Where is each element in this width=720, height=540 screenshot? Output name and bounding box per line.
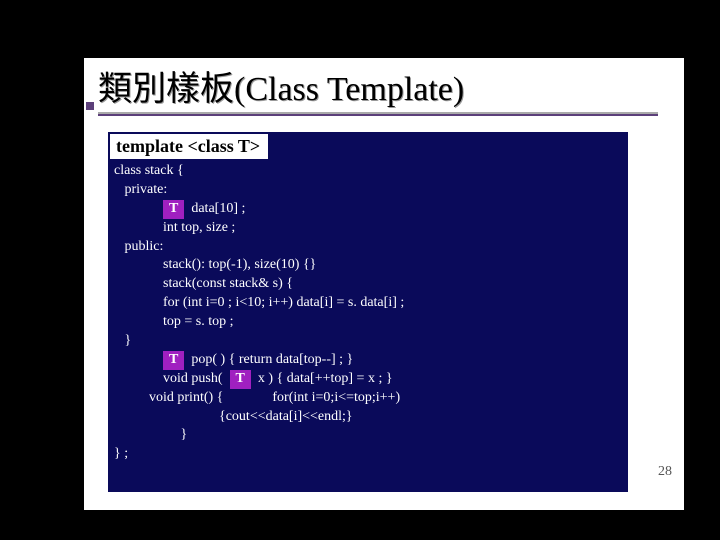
code-line: data[10] ; bbox=[184, 201, 245, 216]
code-line bbox=[114, 352, 163, 367]
type-param-highlight: T bbox=[230, 370, 251, 389]
type-param-highlight: T bbox=[163, 200, 184, 219]
code-line: private: bbox=[114, 182, 167, 197]
code-body: class stack { private: T data[10] ; int … bbox=[114, 162, 624, 464]
code-line: stack(const stack& s) { bbox=[114, 276, 293, 291]
code-line: for (int i=0 ; i<10; i++) data[i] = s. d… bbox=[114, 295, 404, 310]
code-line: } bbox=[114, 427, 187, 442]
code-line: void push( bbox=[114, 371, 230, 386]
page-number: 28 bbox=[658, 464, 672, 480]
code-line: top = s. top ; bbox=[114, 314, 234, 329]
title-underline bbox=[98, 112, 658, 116]
code-line: pop( ) { return data[top--] ; } bbox=[184, 352, 353, 367]
title-area: 類別樣板(Class Template) bbox=[84, 58, 684, 118]
template-declaration-highlight: template <class T> bbox=[110, 134, 268, 159]
code-line: int top, size ; bbox=[114, 220, 235, 235]
code-line: {cout<<data[i]<<endl;} bbox=[114, 409, 353, 424]
slide: 類別樣板(Class Template) template <class T> … bbox=[84, 58, 684, 510]
code-line: void print() { for(int i=0;i<=top;i++) bbox=[114, 390, 400, 405]
title-bullet-icon bbox=[86, 102, 94, 110]
code-block: template <class T> class stack { private… bbox=[108, 132, 628, 492]
type-param-highlight: T bbox=[163, 351, 184, 370]
code-line: class stack { bbox=[114, 163, 184, 178]
code-line bbox=[114, 201, 163, 216]
code-line: public: bbox=[114, 239, 163, 254]
code-line: stack(): top(-1), size(10) {} bbox=[114, 257, 316, 272]
code-line: } bbox=[114, 333, 131, 348]
slide-title: 類別樣板(Class Template) bbox=[98, 72, 674, 108]
code-line: } ; bbox=[114, 446, 128, 461]
code-line: x ) { data[++top] = x ; } bbox=[251, 371, 393, 386]
